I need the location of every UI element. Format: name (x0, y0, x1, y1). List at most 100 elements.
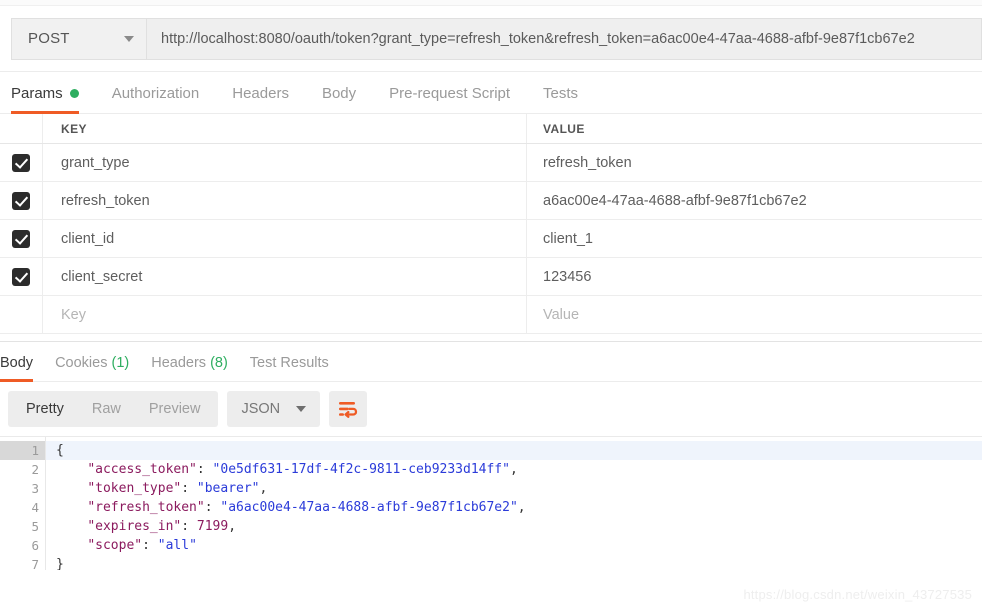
tab-body[interactable]: Body (322, 85, 373, 113)
row-enabled-checkbox[interactable] (12, 267, 30, 286)
pane-splitter[interactable] (0, 334, 982, 342)
response-tab-body[interactable]: Body (0, 355, 34, 382)
view-preview-label: Preview (148, 401, 201, 417)
json-key-refresh-token: "refresh_token" (87, 500, 205, 515)
row-checkbox-cell[interactable] (0, 182, 43, 219)
line-number-text: 3 (31, 481, 39, 496)
header-key-cell: KEY (43, 114, 527, 143)
tab-tests[interactable]: Tests (543, 85, 595, 113)
response-tab-cookies[interactable]: Cookies (1) (55, 355, 129, 381)
row-enabled-checkbox[interactable] (12, 153, 30, 172)
line-number: 2 (0, 460, 45, 479)
response-tab-bar: Body Cookies (1) Headers (8) Test Results (0, 342, 982, 382)
code-line: "access_token": "0e5df631-17df-4f2c-9811… (46, 460, 982, 479)
header-checkbox-cell (0, 114, 43, 143)
row-checkbox-cell[interactable] (0, 144, 43, 181)
line-number: 5 (0, 517, 45, 536)
row-key-cell[interactable]: grant_type (43, 144, 527, 181)
table-row[interactable]: client_secret 123456 (0, 258, 982, 296)
json-comma: , (509, 462, 518, 477)
http-method-label: POST (28, 30, 70, 47)
row-value-cell[interactable]: a6ac00e4-47aa-4688-afbf-9e87f1cb67e2 (527, 182, 982, 219)
column-header-key: KEY (61, 121, 87, 136)
row-key-text: refresh_token (61, 192, 150, 209)
view-preview-button[interactable]: Preview (135, 391, 215, 427)
response-tab-headers[interactable]: Headers (8) (151, 355, 228, 381)
tab-headers[interactable]: Headers (232, 85, 306, 113)
word-wrap-icon (339, 401, 358, 418)
view-pretty-label: Pretty (26, 401, 64, 417)
table-row[interactable]: client_id client_1 (0, 220, 982, 258)
row-key-cell[interactable]: client_id (43, 220, 527, 257)
response-code-lines[interactable]: { "access_token": "0e5df631-17df-4f2c-98… (46, 437, 982, 570)
response-body-viewer[interactable]: 1 2 3 4 5 6 7 { "access_token": "0e5df63… (0, 437, 982, 570)
json-colon: : (204, 500, 221, 515)
new-row-value-placeholder: Value (543, 306, 580, 323)
json-key-expires-in: "expires_in" (87, 519, 182, 534)
json-value-token-type: "bearer" (196, 481, 260, 496)
response-tab-test-results[interactable]: Test Results (250, 355, 329, 381)
row-key-cell[interactable]: client_secret (43, 258, 527, 295)
new-row-value-input[interactable]: Value (527, 296, 982, 333)
request-url-bar: POST http://localhost:8080/oauth/token?g… (0, 6, 982, 72)
table-row[interactable]: refresh_token a6ac00e4-47aa-4688-afbf-9e… (0, 182, 982, 220)
params-active-dot-icon (69, 89, 79, 98)
new-row-checkbox-cell (0, 296, 43, 333)
row-value-text: a6ac00e4-47aa-4688-afbf-9e87f1cb67e2 (543, 192, 807, 209)
new-row-key-input[interactable]: Key (43, 296, 527, 333)
row-value-cell[interactable]: 123456 (527, 258, 982, 295)
line-number-text: 6 (31, 538, 39, 553)
json-value-refresh-token: "a6ac00e4-47aa-4688-afbf-9e87f1cb67e2" (220, 500, 518, 515)
json-brace-open: { (56, 443, 64, 458)
json-colon: : (181, 519, 197, 534)
json-key-token-type: "token_type" (87, 481, 182, 496)
line-number[interactable]: 1 (0, 441, 54, 460)
response-language-select[interactable]: JSON (227, 391, 321, 427)
row-key-text: client_id (61, 230, 115, 247)
json-key-access-token: "access_token" (87, 462, 197, 477)
table-row[interactable]: grant_type refresh_token (0, 144, 982, 182)
response-view-segmented-control: Pretty Raw Preview (8, 391, 219, 427)
response-tab-cookies-count: (1) (111, 355, 130, 371)
view-raw-button[interactable]: Raw (78, 391, 135, 427)
row-value-text: refresh_token (543, 154, 632, 171)
request-url-input[interactable]: http://localhost:8080/oauth/token?grant_… (146, 17, 982, 60)
json-comma: , (259, 481, 268, 496)
row-value-text: 123456 (543, 268, 592, 285)
row-checkbox-cell[interactable] (0, 220, 43, 257)
view-pretty-button[interactable]: Pretty (12, 391, 78, 427)
row-key-text: grant_type (61, 154, 130, 171)
row-enabled-checkbox[interactable] (12, 229, 30, 248)
table-row-new[interactable]: Key Value (0, 296, 982, 334)
json-value-access-token: "0e5df631-17df-4f2c-9811-ceb9233d14ff" (212, 462, 510, 477)
row-value-cell[interactable]: refresh_token (527, 144, 982, 181)
code-line: "scope": "all" (46, 536, 982, 555)
tab-pre-request-script[interactable]: Pre-request Script (389, 85, 527, 113)
json-value-expires-in: 7199 (196, 519, 229, 534)
line-number-text: 2 (31, 462, 39, 477)
line-number: 4 (0, 498, 45, 517)
line-number-text: 7 (31, 557, 39, 570)
row-enabled-checkbox[interactable] (12, 191, 30, 210)
row-checkbox-cell[interactable] (0, 258, 43, 295)
json-colon: : (196, 462, 213, 477)
response-tab-test-results-label: Test Results (249, 355, 329, 371)
params-table: KEY VALUE grant_type refresh_token refre… (0, 114, 982, 334)
line-number: 3 (0, 479, 45, 498)
code-line: "expires_in": 7199, (46, 517, 982, 536)
params-table-header-row: KEY VALUE (0, 114, 982, 144)
json-comma: , (517, 500, 526, 515)
response-tab-body-label: Body (0, 355, 34, 371)
http-method-select[interactable]: POST (11, 17, 146, 60)
word-wrap-toggle[interactable] (329, 391, 368, 427)
response-tab-headers-label: Headers (151, 355, 207, 371)
row-value-cell[interactable]: client_1 (527, 220, 982, 257)
row-key-cell[interactable]: refresh_token (43, 182, 527, 219)
request-tab-bar: Params Authorization Headers Body Pre-re… (0, 72, 982, 114)
line-number-text: 4 (31, 500, 39, 515)
tab-authorization[interactable]: Authorization (112, 85, 217, 113)
tab-params[interactable]: Params (11, 85, 96, 114)
line-number: 7 (0, 555, 45, 570)
response-language-label: JSON (241, 401, 281, 417)
tab-tests-label: Tests (543, 85, 579, 102)
